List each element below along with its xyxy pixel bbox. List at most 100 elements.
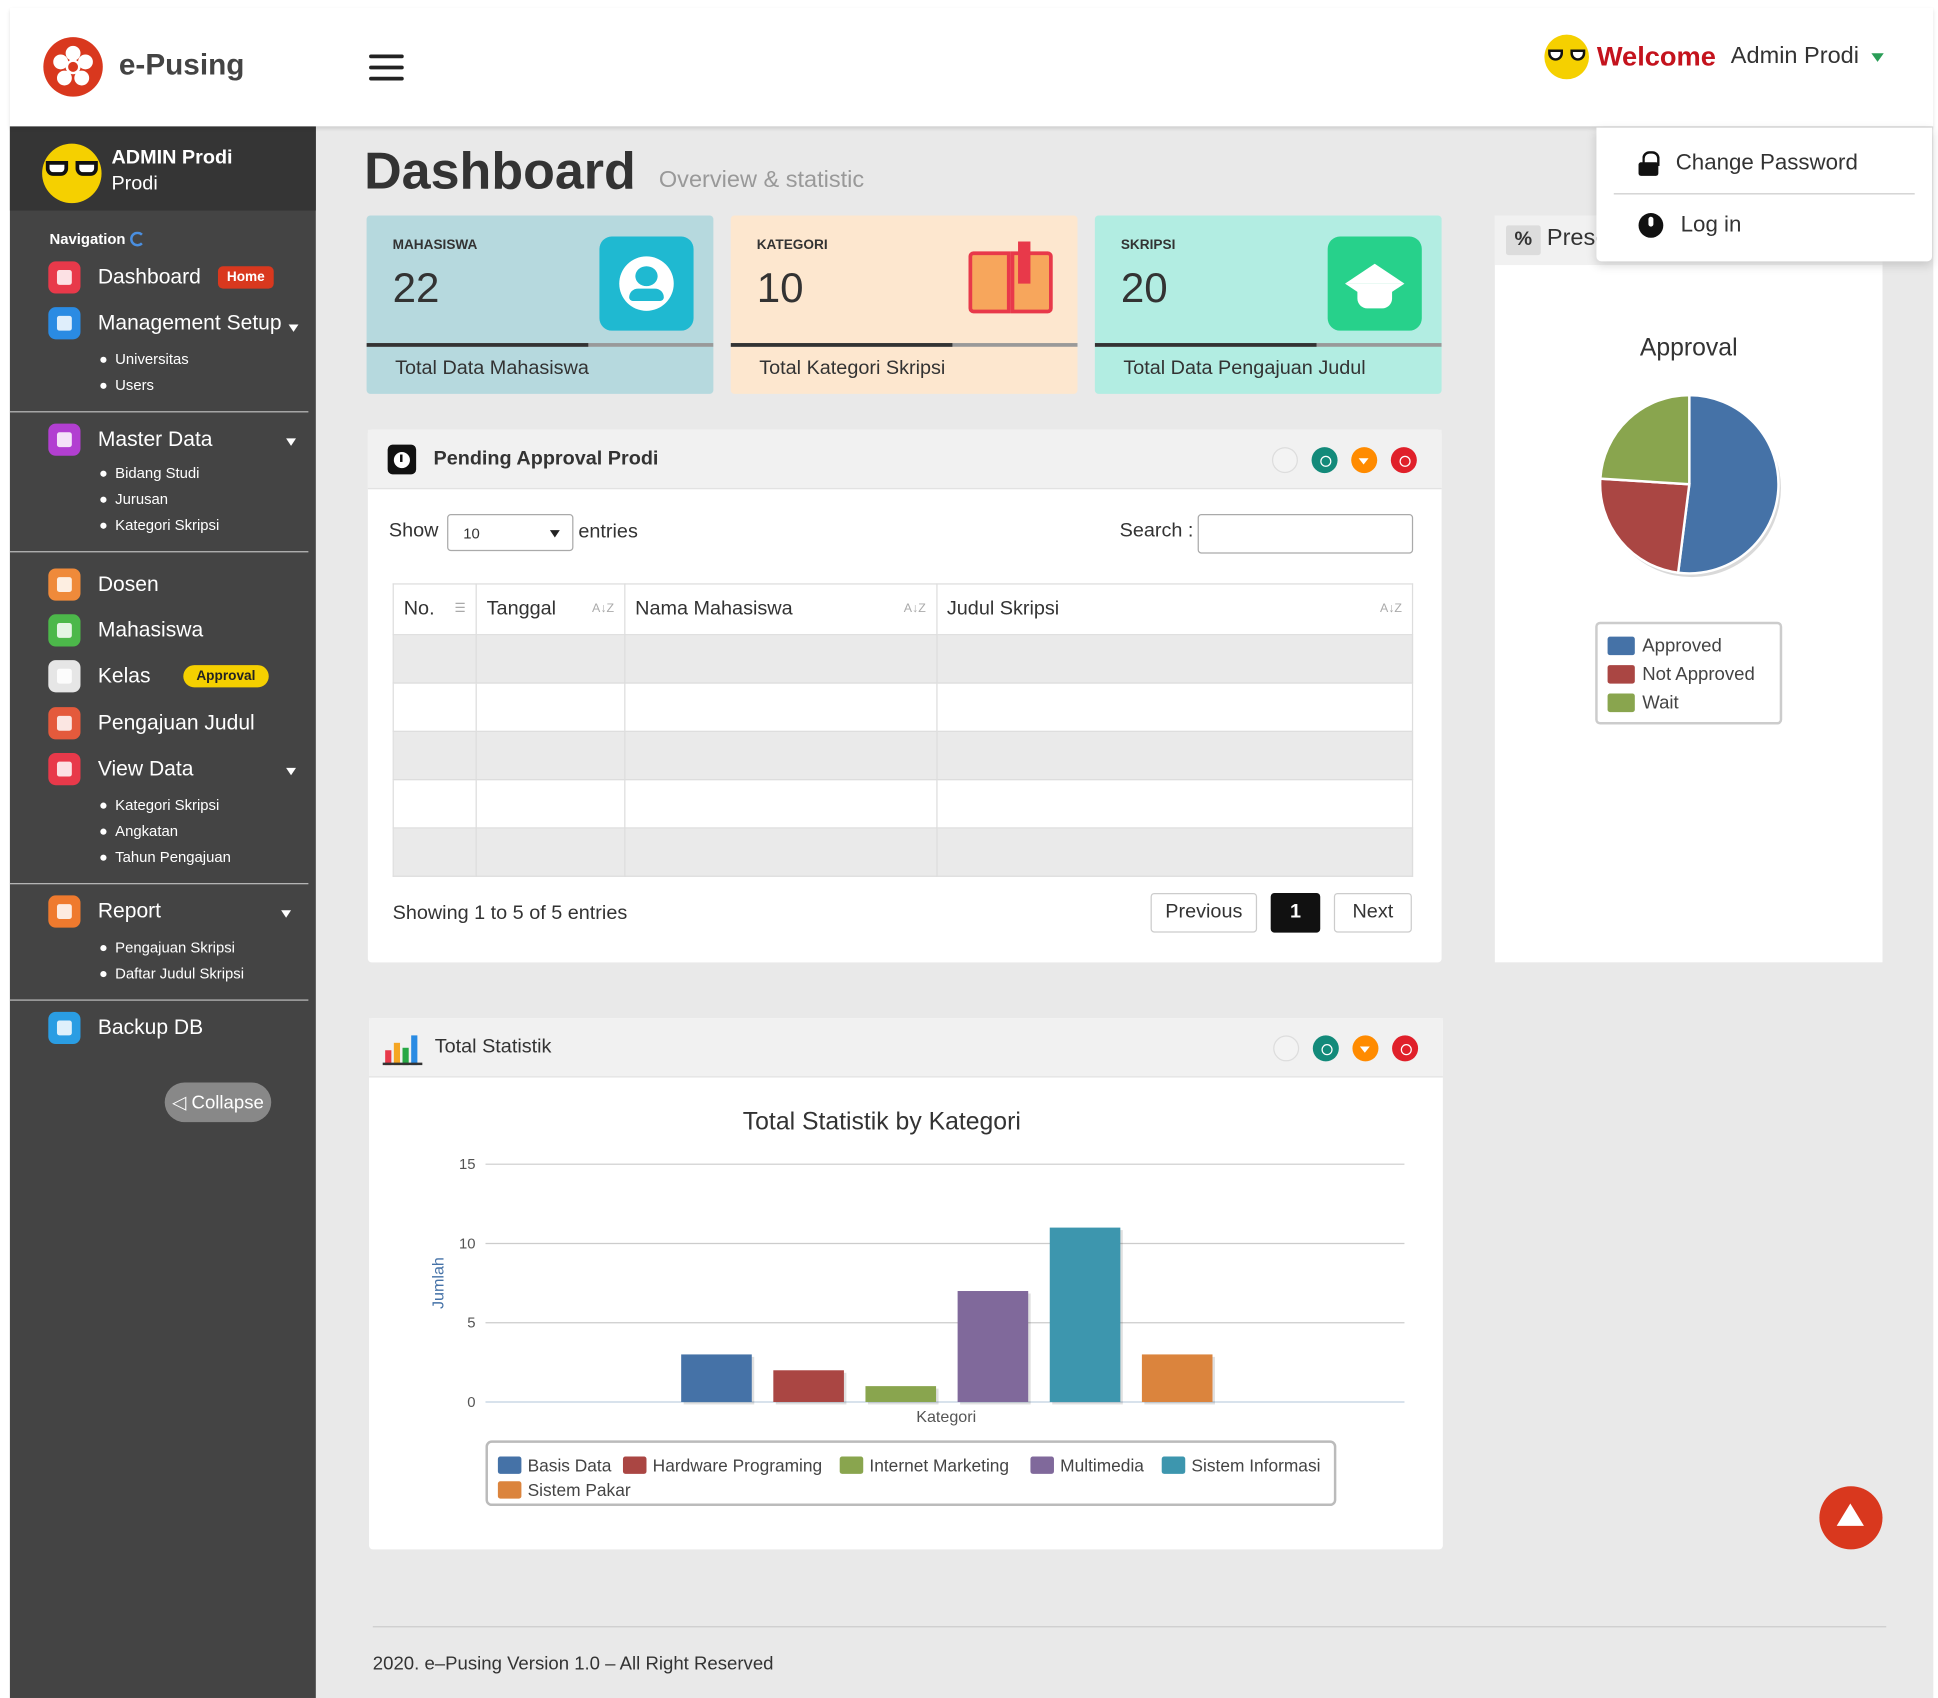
sidebar-item-backup-db[interactable]: Backup DB (48, 1011, 204, 1045)
edit-icon[interactable] (1273, 1035, 1300, 1062)
legend-label-internet-marketing[interactable]: Internet Marketing (869, 1455, 1009, 1475)
chevron-down-icon[interactable] (286, 438, 297, 446)
stat-card-kategori[interactable]: KATEGORI 10 Total Kategori Skripsi (730, 215, 1078, 394)
column-header-judul-skripsi[interactable]: Judul Skripsi A↓Z (935, 583, 1414, 636)
chart-title: Total Statistik by Kategori (743, 1109, 1021, 1136)
scroll-to-top-button[interactable] (1819, 1486, 1883, 1550)
search-input[interactable] (1197, 513, 1414, 554)
entries-length-select[interactable]: 10 (447, 513, 574, 552)
collapse-icon[interactable] (1351, 447, 1378, 474)
legend-item-wait[interactable]: Wait (1607, 689, 1770, 717)
app-root: e-Pusing Welcome Admin Prodi Change Pass… (0, 0, 1938, 1698)
subitem-label: Pengajuan Skripsi (115, 938, 235, 957)
y-tick-label: 10 (459, 1236, 476, 1252)
subitem-label: Bidang Studi (115, 464, 200, 482)
sidebar-item-dashboard[interactable]: Dashboard Home (48, 261, 274, 294)
edit-icon[interactable] (1271, 447, 1298, 474)
sidebar-item-management-setup[interactable]: Management Setup (48, 307, 282, 340)
footer-divider (372, 1626, 1887, 1628)
table-row[interactable] (392, 827, 1414, 877)
sidebar-subitem-daftar-judul-skripsi[interactable]: Daftar Judul Skripsi (100, 965, 244, 982)
sidebar-item-mahasiswa[interactable]: Mahasiswa (48, 614, 203, 647)
legend-label-sistem-pakar[interactable]: Sistem Pakar (528, 1480, 631, 1500)
column-header-no[interactable]: No. ☰ (392, 583, 477, 636)
bar-sistem-pakar[interactable] (1141, 1354, 1213, 1402)
top-header: e-Pusing Welcome Admin Prodi (9, 7, 1934, 127)
close-icon[interactable] (1390, 447, 1417, 474)
table-row[interactable] (392, 779, 1414, 829)
sidebar-item-view-data[interactable]: View Data (48, 753, 193, 786)
page-subtitle: Overview & statistic (658, 167, 865, 194)
column-header-tanggal[interactable]: Tanggal A↓Z (475, 583, 626, 636)
refresh-spinner-icon (130, 231, 146, 247)
sidebar-item-report[interactable]: Report (48, 895, 161, 928)
legend-item-not-approved[interactable]: Not Approved (1607, 660, 1770, 688)
flower-logo-icon[interactable] (43, 37, 103, 97)
sidebar-subitem-jurusan[interactable]: Jurusan (100, 490, 168, 507)
sidebar-subitem-tahun-pengajuan[interactable]: Tahun Pengajuan (100, 848, 231, 865)
sidebar: ADMIN Prodi Prodi Navigation Dashboard H… (9, 126, 316, 1698)
sidebar-user-box: ADMIN Prodi Prodi (9, 126, 316, 211)
sidebar-item-pengajuan-judul[interactable]: Pengajuan Judul (48, 707, 255, 740)
sidebar-item-master-data[interactable]: Master Data (48, 423, 213, 456)
bar-chart-icon (382, 1028, 423, 1066)
sidebar-subitem-universitas[interactable]: Universitas (100, 350, 189, 367)
pie-slice-not-approved[interactable] (1598, 477, 1691, 575)
pie-slice-approved[interactable] (1676, 393, 1780, 575)
stat-card-skripsi[interactable]: SKRIPSI 20 Total Data Pengajuan Judul (1094, 215, 1442, 394)
stat-card-mahasiswa[interactable]: MAHASISWA 22 Total Data Mahasiswa (366, 215, 714, 394)
sidebar-item-dosen[interactable]: Dosen (48, 568, 159, 601)
chevron-down-icon[interactable] (288, 324, 299, 332)
legend-label: Not Approved (1642, 663, 1755, 685)
collapse-icon[interactable] (1352, 1035, 1379, 1062)
subitem-label: Users (115, 376, 154, 394)
bar-internet-marketing[interactable] (865, 1386, 937, 1402)
sidebar-item-label: Backup DB (97, 1015, 204, 1040)
refresh-icon[interactable] (1311, 447, 1338, 474)
legend-item-approved[interactable]: Approved (1607, 632, 1770, 660)
sidebar-item-label: Management Setup (97, 310, 282, 335)
sidebar-item-kelas[interactable]: Kelas Approval (48, 660, 270, 693)
bar-multimedia[interactable] (957, 1291, 1029, 1402)
sidebar-subitem-pengajuan-skripsi[interactable]: Pengajuan Skripsi (100, 939, 235, 956)
bar-hardware-programing[interactable] (773, 1370, 844, 1402)
user-menu-toggle[interactable]: Welcome Admin Prodi (1544, 34, 1884, 80)
collapse-button[interactable]: ◁ Collapse (164, 1082, 272, 1123)
previous-button[interactable]: Previous (1150, 892, 1258, 933)
refresh-icon[interactable] (1312, 1035, 1339, 1062)
pie-chart-title: Approval (1639, 334, 1738, 362)
close-icon[interactable] (1392, 1035, 1419, 1062)
user-dropdown-menu: Change Password Log in (1596, 127, 1933, 262)
sidebar-subitem-kategori-skripsi[interactable]: Kategori Skripsi (100, 796, 219, 813)
sidebar-subitem-kategori-skripsi[interactable]: Kategori Skripsi (100, 516, 219, 533)
chevron-down-icon[interactable] (286, 767, 297, 776)
brand-name[interactable]: e-Pusing (119, 48, 245, 83)
change-password-item[interactable]: Change Password (1638, 150, 1858, 176)
legend-swatch (839, 1456, 864, 1474)
legend-label-multimedia[interactable]: Multimedia (1060, 1455, 1144, 1475)
search-label: Search : (1119, 520, 1194, 542)
table-row[interactable] (392, 634, 1414, 684)
column-header-nama-mahasiswa[interactable]: Nama Mahasiswa A↓Z (623, 583, 937, 636)
hamburger-menu-icon[interactable] (369, 54, 404, 81)
nav-divider (9, 999, 309, 1001)
legend-label-sistem-informasi[interactable]: Sistem Informasi (1191, 1455, 1320, 1475)
next-button[interactable]: Next (1333, 892, 1412, 933)
login-item[interactable]: Log in (1638, 212, 1741, 238)
sidebar-subitem-angkatan[interactable]: Angkatan (100, 822, 178, 839)
legend-label-basis-data[interactable]: Basis Data (528, 1455, 612, 1475)
pie-slice-wait[interactable] (1599, 393, 1691, 486)
lock-icon (1638, 150, 1660, 176)
chevron-down-icon[interactable] (281, 910, 292, 918)
bar-basis-data[interactable] (681, 1354, 752, 1402)
table-row[interactable] (392, 682, 1414, 732)
sidebar-item-label: Kelas (97, 663, 151, 688)
legend-label-hardware-programing[interactable]: Hardware Programing (653, 1455, 823, 1475)
entries-label: entries (578, 521, 638, 543)
page-1-button[interactable]: 1 (1270, 892, 1321, 933)
table-row[interactable] (392, 730, 1414, 781)
sidebar-subitem-users[interactable]: Users (100, 377, 154, 394)
sidebar-subitem-bidang-studi[interactable]: Bidang Studi (100, 464, 199, 481)
panel-title: Pending Approval Prodi (433, 448, 659, 470)
bar-sistem-informasi[interactable] (1049, 1227, 1121, 1402)
